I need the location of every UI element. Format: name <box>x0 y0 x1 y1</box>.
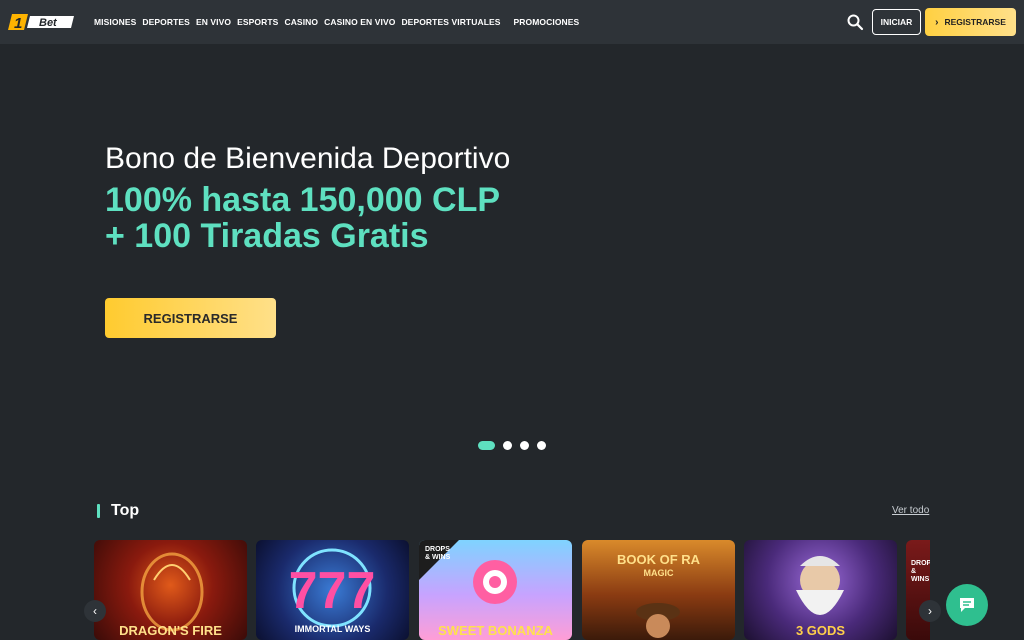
carousel-dot-1[interactable] <box>478 441 495 450</box>
nav-item-promociones[interactable]: PROMOCIONES <box>514 17 580 27</box>
hero-title: Bono de Bienvenida Deportivo <box>105 142 511 175</box>
register-button-header[interactable]: › REGISTRARSE <box>925 8 1016 36</box>
carousel-next-button[interactable]: › <box>919 600 941 622</box>
game-card[interactable]: 777 IMMORTAL WAYS <box>256 540 409 640</box>
drops-wins-badge: DROPS & WINS <box>911 560 930 583</box>
carousel-prev-button[interactable]: ‹ <box>84 600 106 622</box>
carousel-dot-2[interactable] <box>503 441 512 450</box>
game-card[interactable]: DRAGON'S FIRE <box>94 540 247 640</box>
section-title: Top <box>111 502 140 519</box>
hero-register-button[interactable]: REGISTRARSE <box>105 298 276 338</box>
svg-text:777: 777 <box>289 562 376 620</box>
top-navigation-bar: 1 Bet MISIONES DEPORTES EN VIVO ESPORTS … <box>0 0 1024 44</box>
game-title: IMMORTAL WAYS <box>294 624 371 634</box>
game-card[interactable]: 3 GODS <box>744 540 897 640</box>
svg-text:1: 1 <box>14 15 22 32</box>
nav-item-esports[interactable]: ESPORTS <box>237 17 278 27</box>
brand-logo[interactable]: 1 Bet <box>8 10 78 34</box>
register-button-label: REGISTRARSE <box>944 17 1006 27</box>
hero-offer-line-2: + 100 Tiradas Gratis <box>105 217 429 255</box>
svg-text:Bet: Bet <box>39 17 58 29</box>
chevron-left-icon: ‹ <box>93 604 97 618</box>
nav-item-misiones[interactable]: MISIONES <box>94 17 136 27</box>
game-card[interactable]: DROPS & WINS SWEET BONANZA <box>419 540 572 640</box>
nav-item-deportes-virtuales[interactable]: DEPORTES VIRTUALES <box>401 17 500 27</box>
carousel-pagination <box>478 441 546 450</box>
login-button-label: INICIAR <box>880 17 913 27</box>
drops-wins-badge: DROPS & WINS <box>425 546 451 561</box>
search-icon[interactable] <box>846 13 864 31</box>
nav-item-casino-en-vivo[interactable]: CASINO EN VIVO <box>324 17 395 27</box>
see-all-link[interactable]: Ver todo <box>892 505 929 516</box>
chevron-right-icon: › <box>935 16 939 28</box>
chevron-right-icon: › <box>928 604 932 618</box>
carousel-dot-4[interactable] <box>537 441 546 450</box>
carousel-dot-3[interactable] <box>520 441 529 450</box>
nav-item-en-vivo[interactable]: EN VIVO <box>196 17 231 27</box>
hero-offer-line-1: 100% hasta 150,000 CLP <box>105 181 501 219</box>
main-nav: MISIONES DEPORTES EN VIVO ESPORTS CASINO… <box>94 0 585 44</box>
login-button[interactable]: INICIAR <box>872 9 921 35</box>
hero-offer: 100% hasta 150,000 CLP + 100 Tiradas Gra… <box>105 182 500 254</box>
game-card[interactable]: BOOK OF RA MAGIC <box>582 540 735 640</box>
hero-banner: Bono de Bienvenida Deportivo 100% hasta … <box>0 44 1024 474</box>
hero-register-label: REGISTRARSE <box>143 310 238 326</box>
nav-item-casino[interactable]: CASINO <box>284 17 318 27</box>
section-accent-bar <box>97 504 100 518</box>
chat-button[interactable] <box>946 584 988 626</box>
games-carousel: DRAGON'S FIRE 777 IMMORTAL WAYS DROPS & … <box>94 540 930 640</box>
game-title: 3 GODS <box>795 623 846 638</box>
game-card[interactable]: DROPS & WINS <box>906 540 930 640</box>
game-title: SWEET BONANZA <box>438 623 553 638</box>
chat-icon <box>960 598 974 612</box>
nav-item-deportes[interactable]: DEPORTES <box>142 17 190 27</box>
game-title: DRAGON'S FIRE <box>119 623 222 638</box>
explorer-artwork <box>636 603 680 638</box>
